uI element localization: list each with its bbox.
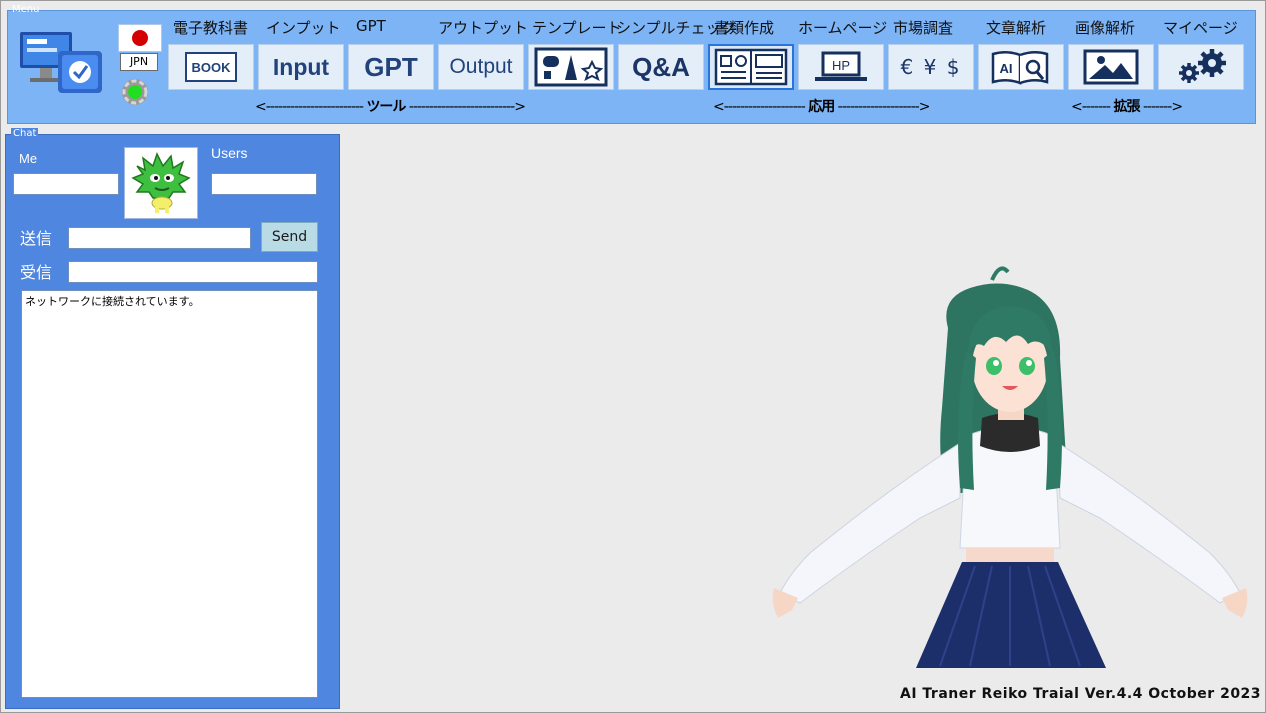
send-label: 送信 — [20, 231, 53, 248]
users-label: Users — [211, 145, 248, 161]
svg-text:HP: HP — [832, 58, 850, 73]
green-monster-avatar-icon — [131, 152, 191, 213]
me-name-input[interactable] — [13, 173, 119, 195]
mypage-button[interactable] — [1158, 44, 1244, 90]
section-extensions: <------- 拡張 -------> — [1071, 99, 1183, 115]
tab-label-gpt: GPT — [356, 17, 386, 35]
tab-label-template: テンプレート — [532, 19, 622, 37]
avatar-character-image — [772, 266, 1248, 668]
book-button[interactable]: BOOK — [168, 44, 254, 90]
tab-label-market: 市場調査 — [893, 19, 954, 37]
version-footer: AI Traner Reiko Traial Ver.4.4 October 2… — [900, 686, 1262, 702]
tab-label-input: インプット — [266, 19, 341, 37]
image-analysis-button[interactable] — [1068, 44, 1154, 90]
tab-label-image-analysis: 画像解析 — [1075, 19, 1136, 37]
tab-label-documents: 書類作成 — [714, 19, 775, 37]
chat-group-title: Chat — [11, 128, 39, 139]
gears-icon — [1179, 49, 1226, 83]
text-analysis-button[interactable]: AI — [978, 44, 1064, 90]
image-picture-icon — [1083, 49, 1139, 85]
market-research-button[interactable]: € ¥ $ — [888, 44, 974, 90]
tab-label-text-analysis: 文章解析 — [986, 19, 1047, 37]
template-shapes-icon — [534, 47, 608, 87]
documents-button[interactable] — [708, 44, 794, 90]
gpt-icon: GPT — [364, 51, 418, 82]
template-button[interactable] — [528, 44, 614, 90]
homepage-button[interactable]: HP — [798, 44, 884, 90]
input-icon: Input — [272, 53, 330, 80]
me-label: Me — [19, 151, 38, 166]
gpt-button[interactable]: GPT — [348, 44, 434, 90]
send-message-input[interactable] — [68, 227, 251, 249]
app-logo-icon — [20, 32, 102, 93]
laptop-hp-icon: HP — [815, 51, 867, 81]
tab-label-output: アウトプット — [438, 19, 529, 37]
language-button[interactable]: JPN — [120, 53, 158, 71]
svg-text:AI: AI — [1000, 61, 1013, 76]
tab-label-homepage: ホームページ — [798, 19, 888, 37]
connection-status-icon — [122, 79, 148, 105]
qa-icon: Q&A — [632, 51, 690, 82]
users-input[interactable] — [211, 173, 317, 195]
input-button[interactable]: Input — [258, 44, 344, 90]
book-icon: BOOK — [185, 52, 237, 82]
output-icon: Output — [449, 55, 513, 78]
send-button[interactable]: Send — [261, 222, 318, 252]
receive-label: 受信 — [20, 265, 53, 282]
menu-panel: Menu JPN 電子教科書 インプット GPT アウトプット テンプレート シ… — [7, 5, 1256, 124]
avatar — [124, 147, 198, 219]
qa-button[interactable]: Q&A — [618, 44, 704, 90]
section-tools: <------------------------ ツール ----------… — [255, 99, 526, 115]
menu-group-title: Menu — [12, 4, 40, 15]
receive-message-input[interactable] — [68, 261, 318, 283]
tab-label-mypage: マイページ — [1163, 19, 1238, 37]
section-applications: <-------------------- 応用 ---------------… — [713, 99, 930, 115]
chat-panel: Chat Me Users 送信 Send 受信 ネットワークに接続されています… — [5, 128, 340, 709]
currency-icon: € ¥ $ — [900, 55, 962, 79]
tab-label-ebook: 電子教科書 — [173, 19, 249, 37]
document-layout-icon — [714, 48, 788, 86]
chat-log[interactable]: ネットワークに接続されています。 — [21, 290, 318, 698]
japan-flag-icon[interactable] — [118, 24, 162, 52]
output-button[interactable]: Output — [438, 44, 524, 90]
ai-book-search-icon: AI — [991, 51, 1049, 85]
